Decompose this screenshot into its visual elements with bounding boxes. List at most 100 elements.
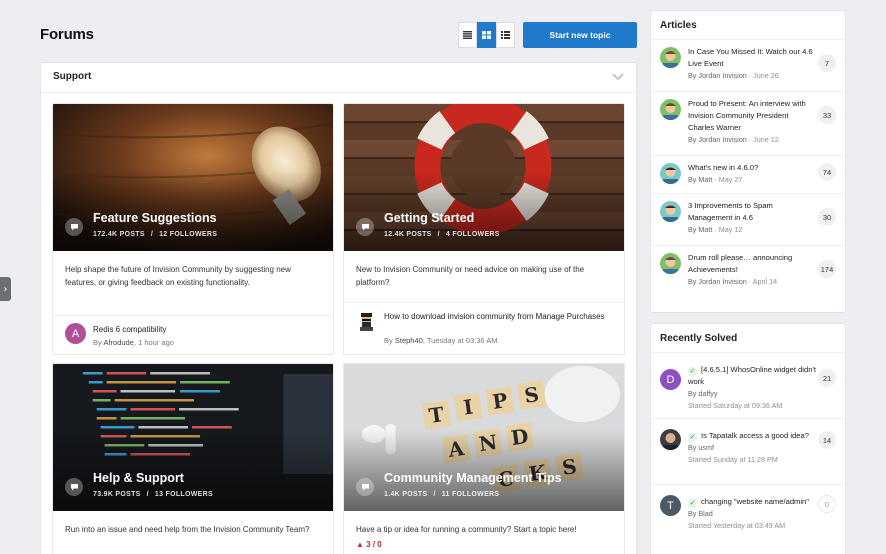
comment-count: 30 (818, 208, 836, 226)
warning-icon: ▲ (356, 540, 364, 549)
forum-card-getting-started[interactable]: Getting Started 12.4K POSTS/4 FOLLOWERS … (343, 103, 625, 355)
banner-overlay (53, 364, 333, 511)
avatar[interactable] (660, 99, 681, 120)
post-count: 1.4K POSTS (384, 491, 428, 498)
last-post-author[interactable]: Afrodude (103, 338, 133, 347)
sidebar-toggle[interactable]: › (0, 277, 11, 301)
forum-stats: 1.4K POSTS/11 FOLLOWERS (384, 491, 500, 498)
list-item[interactable]: D ✓ [4.6.5.1] WhosOnline widget didn't wo… (651, 353, 845, 419)
forum-card-community-management-tips[interactable]: T I P S A N D C K S Community Management… (343, 363, 625, 554)
widget-title: Articles (651, 11, 845, 40)
report-flag[interactable]: ▲ 3 / 0 (356, 538, 612, 551)
view-mode-toggle (458, 22, 515, 48)
chevron-right-icon: › (3, 283, 8, 295)
article-author[interactable]: Jordan Invision (698, 71, 746, 80)
comment-icon (356, 218, 374, 236)
article-title[interactable]: Drum roll please… announcing Achievement… (688, 252, 816, 276)
topic-author[interactable]: Blad (698, 509, 712, 518)
check-icon: ✓ (688, 499, 697, 508)
follower-count[interactable]: 11 FOLLOWERS (442, 491, 500, 498)
avatar[interactable] (660, 163, 681, 184)
topic-title[interactable]: ✓ Is Tapatalk access a good idea? (688, 430, 816, 442)
grid-icon (482, 31, 491, 39)
list-item[interactable]: What's new in 4.6.0? By Matt · May 27 74 (651, 156, 845, 194)
chevron-down-icon[interactable] (612, 72, 624, 82)
forum-title[interactable]: Community Management Tips (384, 471, 562, 485)
user-avatar-icon (660, 201, 681, 222)
banner-overlay (53, 104, 333, 251)
topic-author-line: By daffyy (688, 389, 718, 398)
forum-stats: 73.9K POSTS/13 FOLLOWERS (93, 491, 213, 498)
comment-count: 174 (818, 260, 836, 278)
article-title[interactable]: 3 Improvements to Spam Management in 4.6 (688, 200, 816, 224)
follower-count[interactable]: 12 FOLLOWERS (159, 231, 217, 238)
article-author[interactable]: Jordan Invision (698, 277, 746, 286)
grid-view-button[interactable] (477, 22, 496, 48)
forum-banner: Getting Started 12.4K POSTS/4 FOLLOWERS (344, 104, 624, 251)
list-item[interactable]: ✓ Is Tapatalk access a good idea? By usmf S… (651, 419, 845, 485)
comment-count: 7 (818, 54, 836, 72)
forum-title[interactable]: Help & Support (93, 471, 184, 485)
user-avatar-icon (660, 429, 681, 450)
topic-title[interactable]: ✓ [4.6.5.1] WhosOnline widget didn't work (688, 364, 816, 388)
forum-title[interactable]: Feature Suggestions (93, 211, 217, 225)
avatar[interactable] (660, 201, 681, 222)
forum-description: Have a tip or idea for running a communi… (344, 511, 624, 554)
forum-title[interactable]: Getting Started (384, 211, 474, 225)
banner-overlay (344, 104, 624, 251)
comment-icon (356, 478, 374, 496)
avatar[interactable] (660, 429, 681, 450)
list-item[interactable]: Proud to Present: An interview with Invi… (651, 92, 845, 156)
check-icon: ✓ (688, 367, 697, 376)
topic-author[interactable]: usmf (698, 443, 714, 452)
follower-count[interactable]: 4 FOLLOWERS (446, 231, 500, 238)
list-item[interactable]: In Case You Missed It: Watch our 4.6 Liv… (651, 40, 845, 92)
forum-banner: Feature Suggestions 172.4K POSTS/12 FOLL… (53, 104, 333, 251)
article-author[interactable]: Matt (698, 225, 712, 234)
avatar[interactable] (660, 47, 681, 68)
last-post: A Redis 6 compatibility By Afrodude, 1 h… (53, 315, 333, 354)
table-view-button[interactable] (496, 22, 515, 48)
forum-card-help-support[interactable]: Help & Support 73.9K POSTS/13 FOLLOWERS … (52, 363, 334, 554)
avatar[interactable]: T (660, 495, 681, 516)
avatar[interactable]: A (65, 323, 86, 344)
articles-widget: Articles In Case You Missed It: Watch ou… (650, 10, 846, 313)
article-title[interactable]: Proud to Present: An interview with Invi… (688, 98, 816, 134)
table-icon (501, 31, 510, 39)
topic-started: Started Saturday at 09:36 AM (688, 401, 783, 410)
article-meta: By Jordan Invision · April 14 (688, 277, 778, 286)
recently-solved-widget: Recently Solved D ✓ [4.6.5.1] WhosOnline … (650, 323, 846, 554)
banner-overlay (344, 364, 624, 511)
last-post-title[interactable]: Redis 6 compatibility (93, 324, 323, 336)
article-date: April 14 (752, 277, 778, 286)
avatar[interactable] (660, 253, 681, 274)
category-title: Support (53, 71, 92, 82)
start-new-topic-button[interactable]: Start new topic (523, 22, 637, 48)
avatar[interactable]: D (660, 369, 681, 390)
article-date: May 12 (718, 225, 743, 234)
forum-stats: 172.4K POSTS/12 FOLLOWERS (93, 231, 218, 238)
list-item[interactable]: Drum roll please… announcing Achievement… (651, 246, 845, 298)
last-post-author[interactable]: Steph40 (395, 336, 423, 345)
post-count: 73.9K POSTS (93, 491, 141, 498)
forum-card-feature-suggestions[interactable]: Feature Suggestions 172.4K POSTS/12 FOLL… (52, 103, 334, 355)
user-avatar-icon (660, 99, 681, 120)
list-view-button[interactable] (458, 22, 477, 48)
article-author[interactable]: Matt (698, 175, 712, 184)
bearded-avatar-icon (360, 313, 373, 331)
user-avatar-icon (660, 47, 681, 68)
article-title[interactable]: What's new in 4.6.0? (688, 162, 816, 174)
article-author[interactable]: Jordan Invision (698, 135, 746, 144)
last-post-meta: By Steph40, Tuesday at 03:36 AM (384, 336, 498, 345)
user-avatar-icon (660, 163, 681, 184)
article-title[interactable]: In Case You Missed It: Watch our 4.6 Liv… (688, 46, 816, 70)
follower-count[interactable]: 13 FOLLOWERS (155, 491, 213, 498)
list-item[interactable]: T ✓ changing "website name/admin" By Blad S… (651, 485, 845, 551)
last-post-title[interactable]: How to download invision community from … (384, 311, 614, 323)
topic-title[interactable]: ✓ changing "website name/admin" (688, 496, 816, 508)
forum-description: Help shape the future of Invision Commun… (65, 265, 291, 287)
topic-author[interactable]: daffyy (698, 389, 717, 398)
avatar[interactable] (356, 310, 377, 331)
list-item[interactable]: 3 Improvements to Spam Management in 4.6… (651, 194, 845, 246)
comment-icon (65, 218, 83, 236)
